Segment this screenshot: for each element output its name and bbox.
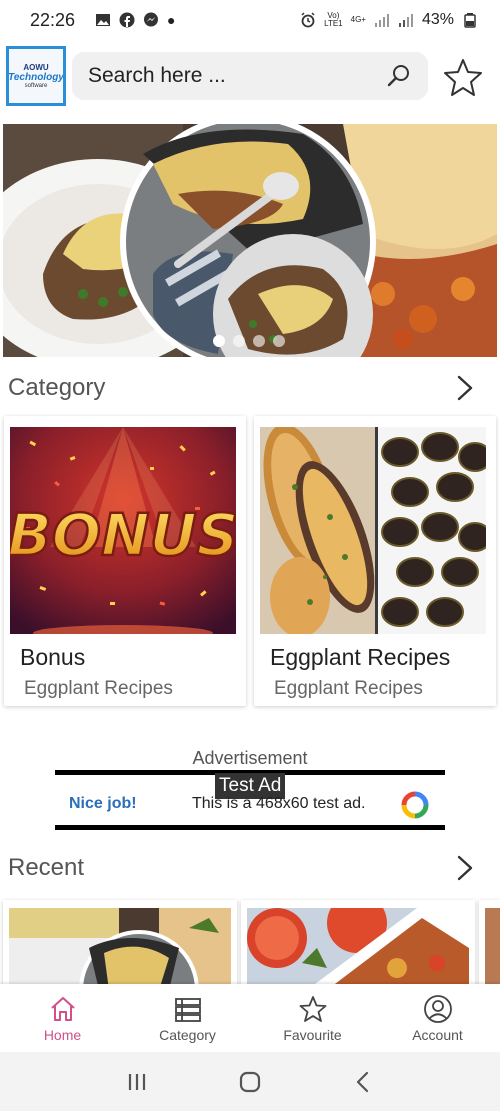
nav-account-label: Account	[412, 1026, 463, 1043]
recent-section-title: Recent	[8, 854, 85, 881]
gallery-icon	[96, 14, 111, 26]
star-icon	[299, 995, 326, 1022]
category-subtitle: Eggplant Recipes	[24, 678, 173, 699]
category-subtitle: Eggplant Recipes	[274, 678, 423, 699]
ad-banner[interactable]: Test Ad Nice job! This is a 468x60 test …	[55, 770, 445, 830]
signal-icon	[374, 14, 389, 27]
carousel-indicators	[213, 335, 285, 347]
facebook-icon	[119, 12, 135, 28]
category-section-title: Category	[8, 374, 106, 401]
logo-line-3: software	[24, 83, 48, 89]
search-input[interactable]	[88, 64, 386, 88]
bonus-thumb-text: BONUS	[10, 501, 236, 569]
nav-category[interactable]: Category	[125, 984, 250, 1052]
search-bar[interactable]	[72, 52, 428, 100]
carousel-dot[interactable]	[233, 335, 245, 347]
net-type: 4G+	[350, 15, 366, 24]
recent-thumbnail	[247, 908, 469, 990]
chevron-right-icon[interactable]	[454, 374, 476, 402]
logo-line-1: AOWU	[23, 63, 49, 72]
nav-home[interactable]: Home	[0, 984, 125, 1052]
carousel-dot[interactable]	[213, 335, 225, 347]
category-name: Eggplant Recipes	[270, 644, 451, 670]
chevron-right-icon[interactable]	[454, 854, 476, 882]
recent-section-header[interactable]: Recent	[0, 846, 500, 890]
app-logo: AOWU Technology software	[6, 46, 66, 106]
signal-icon-2	[398, 14, 413, 27]
system-navigation-bar	[0, 1052, 500, 1111]
status-bar: 22:26 ● Vo) LTE1 4G+ 43%	[0, 0, 500, 40]
carousel-dot[interactable]	[273, 335, 285, 347]
ad-network-logo-icon	[401, 791, 429, 819]
account-icon	[423, 994, 452, 1023]
favourite-star-icon[interactable]	[442, 56, 484, 98]
logo-line-2: Technology	[8, 72, 64, 83]
status-time: 22:26	[30, 9, 76, 30]
recent-card[interactable]	[3, 900, 237, 990]
category-icon	[174, 997, 201, 1022]
back-icon[interactable]	[350, 1069, 376, 1095]
category-thumbnail	[260, 427, 486, 634]
messenger-icon	[144, 12, 159, 27]
bottom-navigation: Home Category Favourite Account	[0, 984, 500, 1052]
battery-icon	[464, 13, 476, 28]
home-button-icon[interactable]	[237, 1069, 263, 1095]
hero-banner-carousel[interactable]	[3, 124, 497, 357]
volte-indicator: Vo) LTE1	[324, 12, 343, 28]
battery-percent: 43%	[421, 11, 454, 28]
nav-home-label: Home	[43, 1026, 82, 1043]
carousel-dot[interactable]	[253, 335, 265, 347]
volte-bottom: LTE1	[324, 19, 343, 28]
category-card-bonus[interactable]: BONUS Bonus Eggplant Recipes	[4, 416, 246, 706]
top-bar: AOWU Technology software	[0, 40, 500, 116]
advertisement-label: Advertisement	[192, 748, 308, 768]
category-thumbnail: BONUS	[10, 427, 236, 634]
recent-card[interactable]	[241, 900, 475, 990]
recent-card[interactable]	[479, 900, 500, 990]
category-name: Bonus	[20, 644, 86, 670]
recent-apps-icon[interactable]	[124, 1069, 150, 1095]
recent-thumbnail	[485, 908, 500, 990]
ad-description: This is a 468x60 test ad.	[192, 795, 366, 812]
search-icon[interactable]	[386, 63, 412, 89]
ad-headline: Nice job!	[69, 795, 137, 812]
nav-favourite[interactable]: Favourite	[250, 984, 375, 1052]
alarm-icon	[301, 12, 315, 28]
nav-category-label: Category	[159, 1026, 216, 1043]
category-card-eggplant[interactable]: Eggplant Recipes Eggplant Recipes	[254, 416, 496, 706]
nav-favourite-label: Favourite	[283, 1026, 342, 1043]
category-section-header[interactable]: Category	[0, 366, 500, 410]
recent-thumbnail	[9, 908, 231, 990]
notification-dot-icon: ●	[167, 12, 176, 28]
home-icon	[50, 996, 75, 1021]
nav-account[interactable]: Account	[375, 984, 500, 1052]
banner-image	[3, 124, 497, 357]
